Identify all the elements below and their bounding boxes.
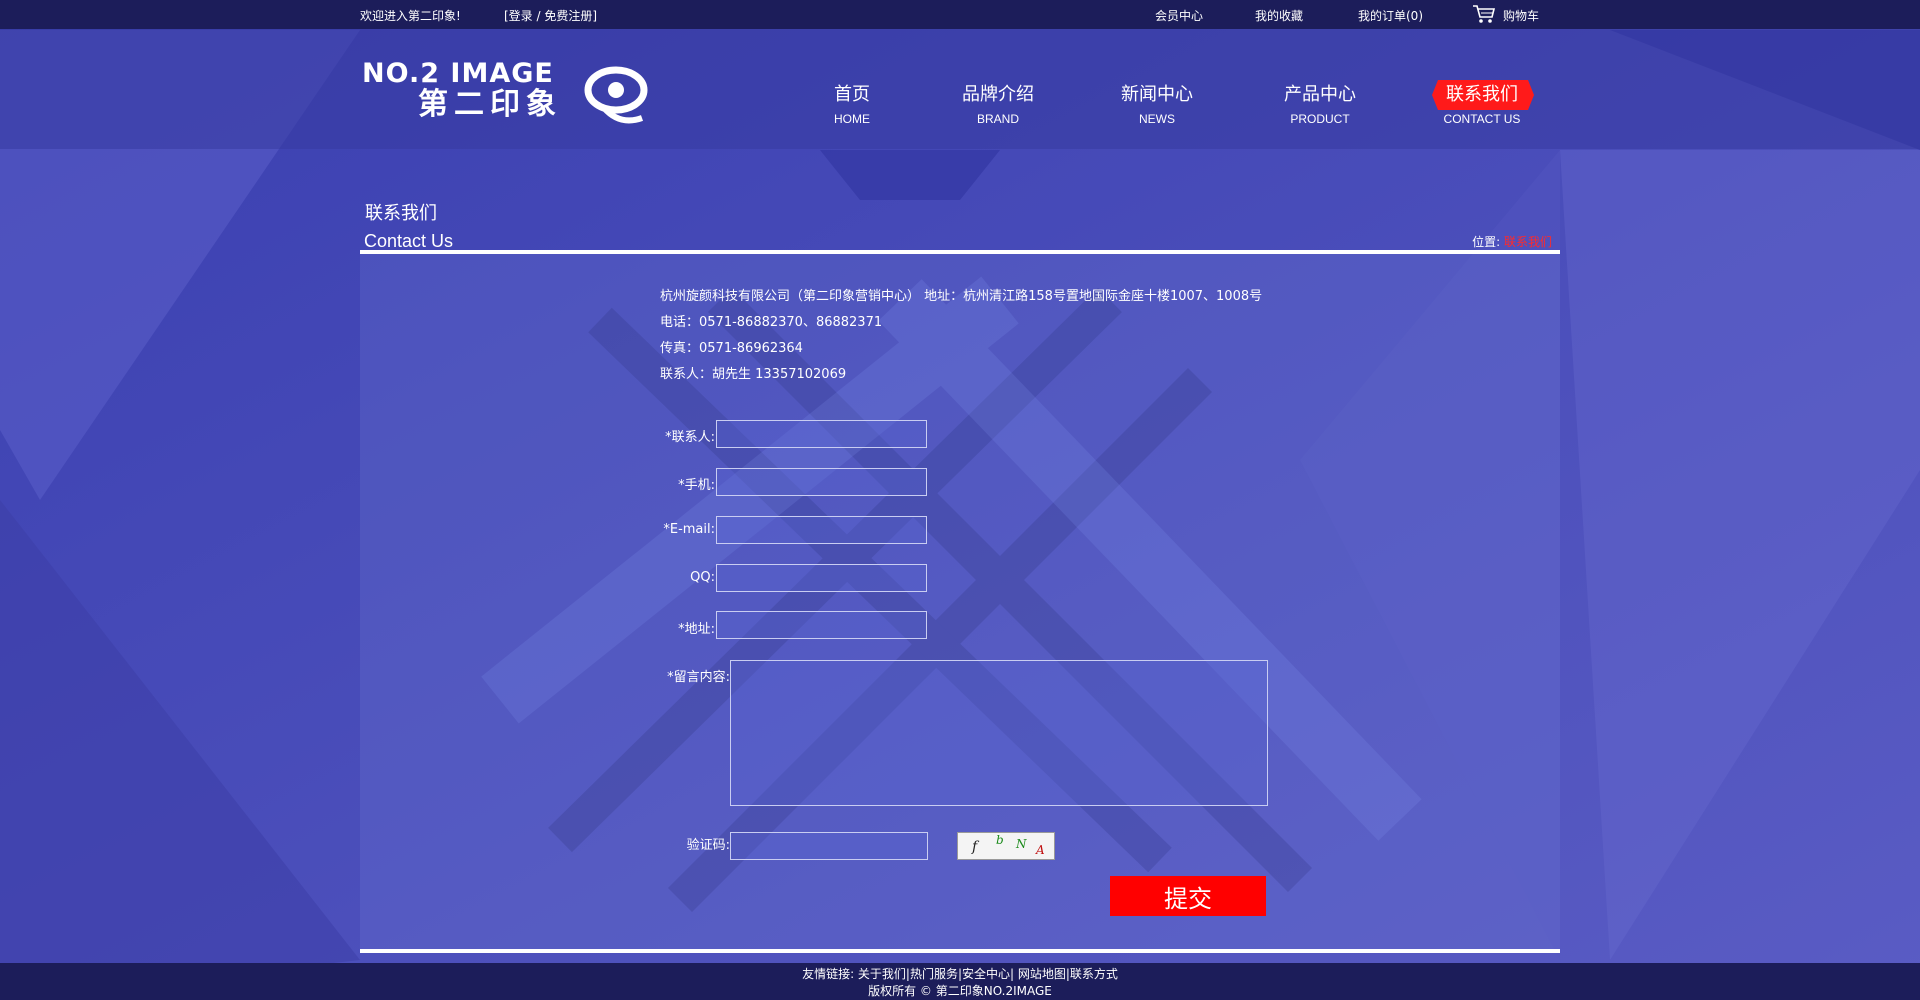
company-fax: 传真：0571-86962364 (660, 341, 803, 356)
logo-eye-icon (584, 66, 648, 124)
page-title: 联系我们 (365, 203, 437, 224)
address-label: *地址: (678, 622, 715, 637)
breadcrumb-current[interactable]: 联系我们 (1504, 235, 1552, 249)
mobile-input[interactable] (716, 468, 927, 496)
footer-links[interactable]: 友情链接: 关于我们|热门服务|安全中心| 网站地图|联系方式 (0, 963, 1920, 983)
captcha-char: b (996, 833, 1004, 847)
captcha-char: A (1036, 843, 1045, 857)
company-phone: 电话：0571-86882370、86882371 (660, 315, 883, 330)
nav-contact-en: CONTACT US (1443, 112, 1521, 126)
captcha-char: f (972, 839, 978, 855)
captcha-label: 验证码: (686, 838, 730, 853)
email-input[interactable] (716, 516, 927, 544)
nav-product-cn: 产品中心 (1284, 84, 1356, 105)
page-subtitle: Contact Us (364, 231, 454, 251)
contact-panel: 杭州旋颜科技有限公司（第二印象营销中心） 地址：杭州清江路158号置地国际金座十… (360, 250, 1560, 953)
top-bar: 欢迎进入第二印象! [登录 / 免费注册] 会员中心 我的收藏 我的订单(0) … (0, 0, 1920, 29)
captcha-char: N (1016, 837, 1027, 851)
message-label: *留言内容: (667, 670, 730, 685)
nav-contact-cn: 联系我们 (1446, 84, 1518, 105)
nav-news-en: NEWS (1139, 112, 1175, 126)
nav-news-cn: 新闻中心 (1121, 84, 1193, 105)
contact-label: *联系人: (665, 430, 715, 445)
address-input[interactable] (716, 611, 927, 639)
nav-brand-cn: 品牌介绍 (962, 84, 1034, 105)
contact-name-input[interactable] (716, 420, 927, 448)
logo-text-cn: 第二印象 (418, 87, 562, 122)
nav-home-en: HOME (834, 112, 870, 126)
breadcrumb-label: 位置: (1472, 235, 1501, 249)
qq-label: QQ: (690, 570, 715, 585)
nav-brand-en: BRAND (976, 112, 1019, 126)
breadcrumb: 位置: 联系我们 (1472, 233, 1552, 250)
site-logo[interactable]: NO.2 IMAGE 第二印象 (362, 58, 648, 124)
contact-info: 杭州旋颜科技有限公司（第二印象营销中心） 地址：杭州清江路158号置地国际金座十… (660, 284, 1262, 388)
submit-button[interactable]: 提交 (1110, 876, 1266, 916)
cart-icon[interactable] (1472, 4, 1496, 27)
favorites-link[interactable]: 我的收藏 (1255, 7, 1303, 24)
captcha-input[interactable] (730, 832, 928, 860)
nav-home-cn: 首页 (834, 84, 870, 105)
email-label: *E-mail: (663, 522, 715, 537)
member-center-link[interactable]: 会员中心 (1155, 7, 1203, 24)
orders-link[interactable]: 我的订单(0) (1358, 7, 1423, 24)
welcome-text: 欢迎进入第二印象! (360, 9, 461, 23)
qq-input[interactable] (716, 564, 927, 592)
captcha-image[interactable]: f b N A (957, 832, 1055, 860)
message-textarea[interactable] (730, 660, 1268, 806)
cart-link[interactable]: 购物车 (1503, 7, 1539, 24)
footer: 友情链接: 关于我们|热门服务|安全中心| 网站地图|联系方式 版权所有 © 第… (0, 963, 1920, 1000)
nav-contact[interactable]: 联系我们 CONTACT US (1422, 80, 1542, 126)
footer-copyright: 版权所有 © 第二印象NO.2IMAGE (868, 984, 1052, 998)
nav-brand[interactable]: 品牌介绍 BRAND (938, 84, 1058, 126)
logo-text-en: NO.2 IMAGE (362, 58, 554, 89)
login-register-link[interactable]: [登录 / 免费注册] (504, 7, 597, 24)
nav-home[interactable]: 首页 HOME (792, 84, 912, 126)
company-address: 杭州旋颜科技有限公司（第二印象营销中心） 地址：杭州清江路158号置地国际金座十… (660, 289, 1263, 304)
nav-news[interactable]: 新闻中心 NEWS (1097, 84, 1217, 126)
mobile-label: *手机: (678, 478, 715, 493)
nav-product[interactable]: 产品中心 PRODUCT (1260, 84, 1380, 126)
contact-person: 联系人：胡先生 13357102069 (660, 367, 847, 382)
nav-product-en: PRODUCT (1290, 112, 1350, 126)
